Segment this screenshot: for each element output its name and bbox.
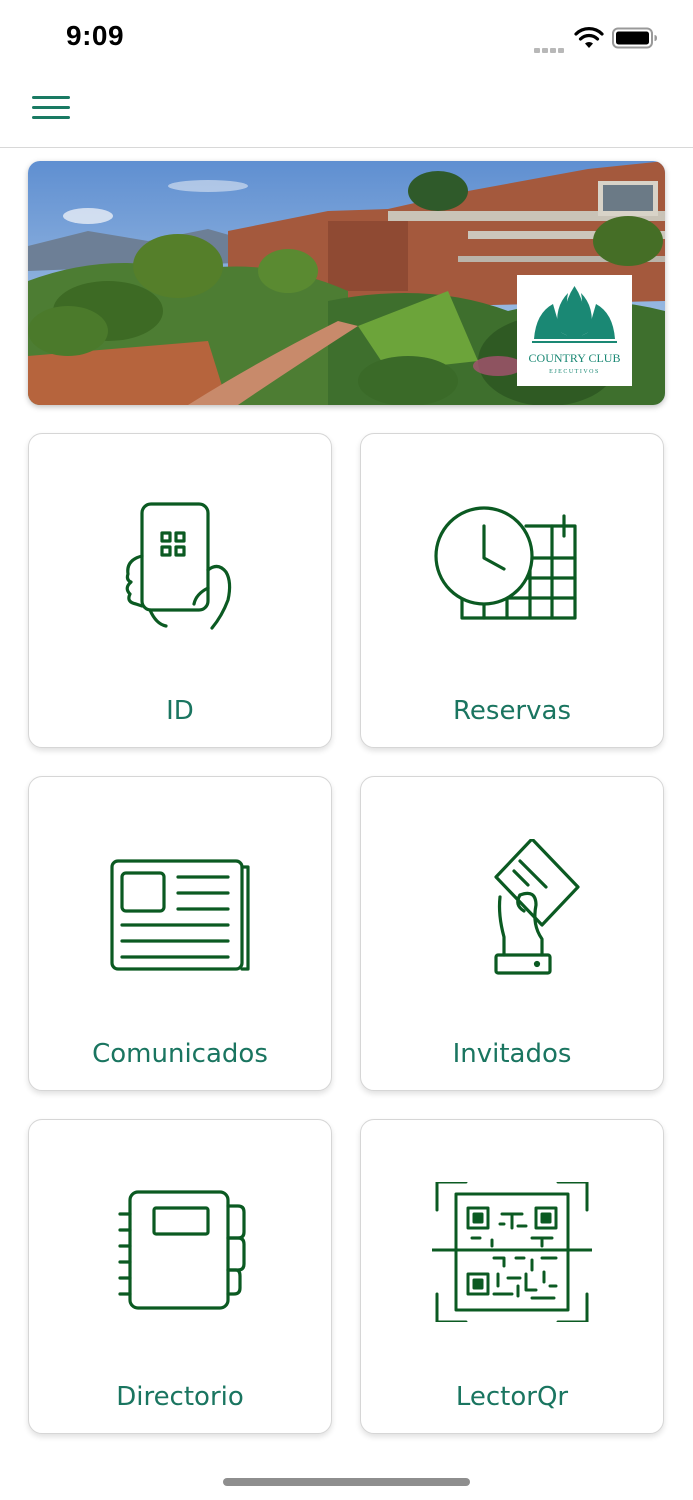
tile-lectorqr[interactable]: LectorQr <box>360 1119 664 1434</box>
tile-reservas-label: Reservas <box>453 696 571 726</box>
hamburger-menu-icon[interactable] <box>32 96 72 126</box>
tile-directorio-label: Directorio <box>116 1382 244 1412</box>
qr-scanner-icon <box>432 1182 592 1322</box>
logo-text: COUNTRY CLUB <box>529 351 621 365</box>
tile-invitados[interactable]: Invitados <box>360 776 664 1091</box>
status-time: 9:09 <box>66 20 125 51</box>
wifi-icon <box>574 27 604 48</box>
tile-invitados-label: Invitados <box>452 1039 572 1069</box>
logo-subtext: EJECUTIVOS <box>549 369 600 375</box>
newspaper-icon <box>110 859 250 971</box>
country-club-logo: COUNTRY CLUB EJECUTIVOS <box>517 275 632 386</box>
tile-lectorqr-label: LectorQr <box>455 1382 569 1412</box>
battery-icon <box>612 27 657 49</box>
status-bar: 9:09 <box>0 0 693 76</box>
clock-calendar-icon <box>434 506 577 620</box>
club-banner-image: COUNTRY CLUB EJECUTIVOS <box>28 161 665 405</box>
hand-ticket-icon <box>494 839 580 975</box>
tile-id[interactable]: ID <box>28 433 332 748</box>
tile-comunicados-label: Comunicados <box>92 1039 268 1069</box>
home-indicator[interactable] <box>223 1478 470 1486</box>
tile-id-label: ID <box>166 696 194 726</box>
tile-comunicados[interactable]: Comunicados <box>28 776 332 1091</box>
cellular-signal-icon <box>534 40 566 53</box>
notebook-icon <box>118 1190 246 1310</box>
tile-reservas[interactable]: Reservas <box>360 433 664 748</box>
phone-qr-icon <box>125 502 232 630</box>
nav-bar <box>0 76 693 148</box>
tile-directorio[interactable]: Directorio <box>28 1119 332 1434</box>
